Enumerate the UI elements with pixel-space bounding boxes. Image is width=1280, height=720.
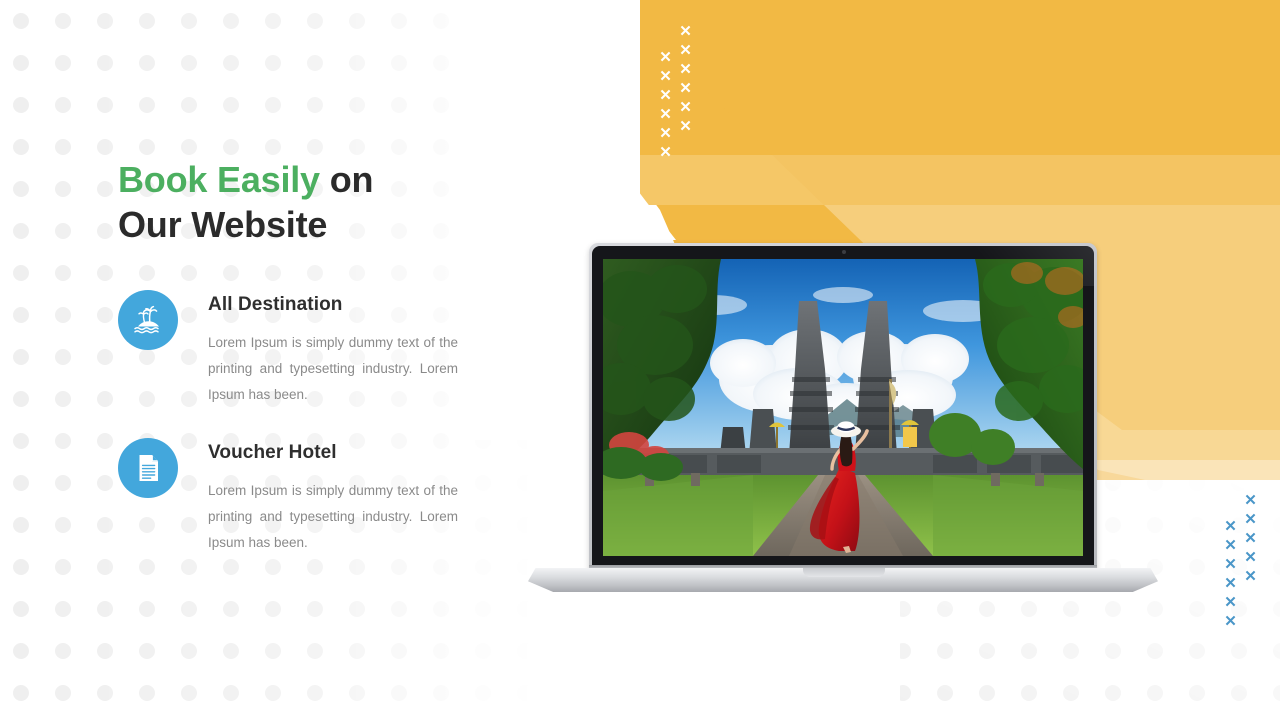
blue-x-decoration-group: ✕ ✕ ✕ ✕ ✕ ✕ ✕ ✕ ✕ ✕ ✕ bbox=[1220, 490, 1270, 630]
x-icon: ✕ bbox=[659, 68, 672, 85]
orange-left-curve-mask bbox=[520, 0, 676, 240]
laptop-mockup bbox=[520, 235, 1170, 600]
feature-text-block: All Destination Lorem Ipsum is simply du… bbox=[208, 290, 518, 408]
x-icon: ✕ bbox=[679, 118, 692, 135]
document-page-icon bbox=[118, 438, 178, 498]
x-icon: ✕ bbox=[1224, 518, 1237, 535]
x-icon: ✕ bbox=[1224, 537, 1237, 554]
white-x-decoration-group: ✕ ✕ ✕ ✕ ✕ ✕ ✕ ✕ ✕ ✕ ✕ ✕ bbox=[655, 20, 705, 160]
orange-band-mid bbox=[617, 155, 1280, 205]
x-icon: ✕ bbox=[1224, 575, 1237, 592]
page-title-rest: on bbox=[319, 159, 374, 200]
x-icon: ✕ bbox=[1244, 568, 1257, 585]
bali-gate-photo bbox=[603, 259, 1083, 556]
feature-item-all-destination[interactable]: All Destination Lorem Ipsum is simply du… bbox=[118, 290, 518, 408]
x-icon: ✕ bbox=[1224, 556, 1237, 573]
laptop-screen[interactable] bbox=[603, 259, 1083, 556]
page-title-highlight: Book Easily bbox=[118, 159, 320, 200]
x-icon: ✕ bbox=[1244, 511, 1257, 528]
x-icon: ✕ bbox=[1244, 549, 1257, 566]
x-icon: ✕ bbox=[679, 23, 692, 40]
x-icon: ✕ bbox=[679, 61, 692, 78]
slide-canvas: ✕ ✕ ✕ ✕ ✕ ✕ ✕ ✕ ✕ ✕ ✕ ✕ ✕ ✕ ✕ ✕ ✕ ✕ ✕ ✕ … bbox=[0, 0, 1280, 720]
feature-title: Voucher Hotel bbox=[208, 442, 337, 463]
x-icon: ✕ bbox=[1224, 594, 1237, 611]
x-icon: ✕ bbox=[659, 106, 672, 123]
x-icon: ✕ bbox=[679, 80, 692, 97]
x-icon: ✕ bbox=[679, 42, 692, 59]
page-title-line2: Our Website bbox=[118, 204, 328, 245]
x-icon: ✕ bbox=[659, 87, 672, 104]
island-palm-tree-icon bbox=[118, 290, 178, 350]
x-icon: ✕ bbox=[1224, 613, 1237, 630]
x-icon: ✕ bbox=[679, 99, 692, 116]
page-title: Book Easily on Our Website bbox=[118, 157, 538, 247]
webcam-icon bbox=[842, 250, 846, 254]
x-icon: ✕ bbox=[659, 49, 672, 66]
laptop-trackpad-notch bbox=[803, 568, 885, 577]
feature-description: Lorem Ipsum is simply dummy text of the … bbox=[208, 335, 458, 402]
feature-description: Lorem Ipsum is simply dummy text of the … bbox=[208, 483, 458, 550]
feature-title: All Destination bbox=[208, 294, 343, 315]
x-icon: ✕ bbox=[1244, 530, 1257, 547]
feature-text-block: Voucher Hotel Lorem Ipsum is simply dumm… bbox=[208, 438, 518, 556]
x-icon: ✕ bbox=[659, 125, 672, 142]
x-icon: ✕ bbox=[659, 144, 672, 161]
x-icon: ✕ bbox=[1244, 492, 1257, 509]
feature-item-voucher-hotel[interactable]: Voucher Hotel Lorem Ipsum is simply dumm… bbox=[118, 438, 518, 556]
